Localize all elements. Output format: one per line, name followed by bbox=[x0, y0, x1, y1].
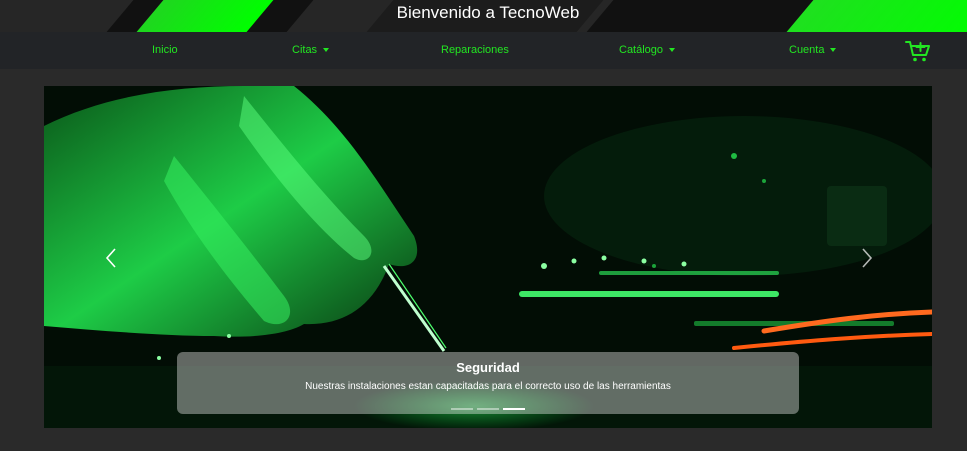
carousel-indicator[interactable] bbox=[451, 408, 473, 410]
chevron-left-icon bbox=[105, 248, 116, 268]
caret-down-icon bbox=[323, 48, 330, 52]
cart-plus-icon[interactable] bbox=[905, 39, 931, 63]
nav-cuenta-dropdown[interactable]: Cuenta bbox=[789, 44, 837, 56]
nav-inicio[interactable]: Inicio bbox=[152, 44, 178, 56]
carousel-indicator[interactable] bbox=[477, 408, 499, 410]
chevron-right-icon bbox=[862, 248, 873, 268]
nav-reparaciones-label: Reparaciones bbox=[441, 44, 509, 56]
caption-text: Nuestras instalaciones estan capacitadas… bbox=[305, 381, 671, 392]
navbar: Inicio Citas Reparaciones Catálogo Cuent… bbox=[0, 32, 967, 69]
nav-inicio-label: Inicio bbox=[152, 44, 178, 56]
carousel-indicators bbox=[44, 408, 932, 410]
site-title: Bienvenido a TecnoWeb bbox=[396, 3, 580, 22]
nav-cuenta-label: Cuenta bbox=[789, 44, 825, 56]
nav-catalogo-dropdown[interactable]: Catálogo bbox=[619, 44, 676, 56]
caret-down-icon bbox=[669, 48, 676, 52]
nav-citas-dropdown[interactable]: Citas bbox=[292, 44, 330, 56]
nav-catalogo-label: Catálogo bbox=[619, 44, 664, 56]
carousel-indicator-active[interactable] bbox=[503, 408, 525, 410]
caption-title: Seguridad bbox=[456, 360, 520, 375]
nav-citas-label: Citas bbox=[292, 44, 318, 56]
carousel-caption: Seguridad Nuestras instalaciones estan c… bbox=[177, 352, 799, 414]
carousel-next-button[interactable] bbox=[856, 246, 876, 270]
carousel-prev-button[interactable] bbox=[102, 246, 122, 270]
nav-reparaciones[interactable]: Reparaciones bbox=[441, 44, 509, 56]
top-banner: Bienvenido a TecnoWeb bbox=[0, 0, 967, 32]
caret-down-icon bbox=[830, 48, 837, 52]
hero-carousel: Seguridad Nuestras instalaciones estan c… bbox=[44, 86, 932, 428]
